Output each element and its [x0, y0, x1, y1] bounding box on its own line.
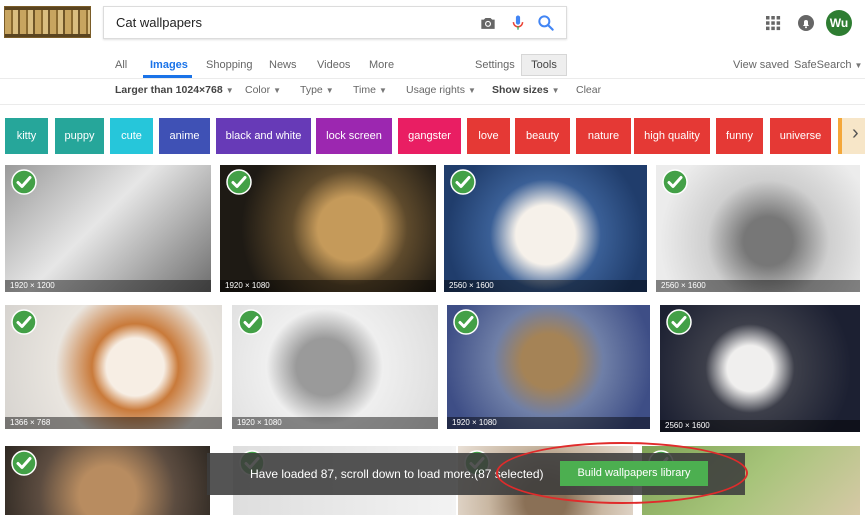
- size-filter[interactable]: Larger than 1024×768 ▼: [115, 84, 234, 96]
- selected-check-icon[interactable]: [11, 169, 37, 195]
- resolution-label: 2560 × 1600: [449, 281, 494, 290]
- color-filter[interactable]: Color ▼: [245, 84, 281, 96]
- chip-nature[interactable]: nature: [576, 118, 631, 154]
- chip-high-quality[interactable]: high quality: [634, 118, 710, 154]
- resolution-label: 2560 × 1600: [661, 281, 706, 290]
- chip-cute[interactable]: cute: [110, 118, 153, 154]
- resolution-label: 1920 × 1200: [10, 281, 55, 290]
- chip-universe[interactable]: universe: [770, 118, 831, 154]
- related-chips: kitty puppy cute anime black and white lock s…: [0, 118, 865, 154]
- search-input[interactable]: Cat wallpapers: [116, 15, 202, 30]
- chip-lock-screen[interactable]: lock screen: [316, 118, 392, 154]
- chip-gangster[interactable]: gangster: [398, 118, 461, 154]
- time-filter-label: Time: [353, 84, 376, 96]
- chevron-down-icon: ▼: [325, 86, 334, 95]
- safesearch-label: SafeSearch: [794, 59, 852, 71]
- notifications-icon[interactable]: [795, 12, 817, 34]
- image-result[interactable]: 1366 × 768: [5, 305, 222, 429]
- chip-black-and-white[interactable]: black and white: [216, 118, 311, 154]
- mic-icon[interactable]: [508, 13, 528, 33]
- safesearch-menu[interactable]: SafeSearch ▼: [794, 59, 862, 71]
- time-filter[interactable]: Time ▼: [353, 84, 387, 96]
- image-result[interactable]: 1920 × 1200: [5, 165, 211, 292]
- view-saved-link[interactable]: View saved: [733, 59, 789, 71]
- avatar[interactable]: Wu: [826, 10, 852, 36]
- resolution-label: 1920 × 1080: [225, 281, 270, 290]
- chevron-down-icon: ▼: [225, 86, 234, 95]
- chip-love[interactable]: love: [467, 118, 510, 154]
- selected-check-icon[interactable]: [11, 309, 37, 335]
- chip-funny[interactable]: funny: [716, 118, 763, 154]
- search-box[interactable]: Cat wallpapers: [103, 6, 567, 39]
- tab-images[interactable]: Images: [150, 59, 188, 71]
- selected-check-icon[interactable]: [662, 169, 688, 195]
- chevron-down-icon: ▼: [273, 86, 282, 95]
- tools-button[interactable]: Tools: [521, 54, 567, 76]
- settings-link[interactable]: Settings: [475, 59, 515, 71]
- image-result[interactable]: 1920 × 1080: [447, 305, 650, 429]
- color-filter-label: Color: [245, 84, 271, 96]
- chip-beauty[interactable]: beauty: [515, 118, 570, 154]
- image-result[interactable]: 1920 × 1080: [232, 305, 438, 429]
- type-filter-label: Type: [300, 84, 323, 96]
- filter-bar: Larger than 1024×768 ▼ Color ▼ Type ▼ Time ▼…: [0, 84, 865, 102]
- resolution-label: 1920 × 1080: [237, 418, 282, 427]
- chevron-down-icon: ▼: [378, 86, 387, 95]
- chip-kitty[interactable]: kitty: [5, 118, 48, 154]
- resolution-label: 1920 × 1080: [452, 418, 497, 427]
- type-filter[interactable]: Type ▼: [300, 84, 334, 96]
- divider: [0, 78, 865, 79]
- size-filter-label: Larger than 1024×768: [115, 84, 223, 96]
- usage-rights-label: Usage rights: [406, 84, 465, 96]
- apps-icon[interactable]: [762, 12, 784, 34]
- logo[interactable]: [4, 6, 91, 38]
- chevron-down-icon: ▼: [467, 86, 476, 95]
- tab-more[interactable]: More: [369, 59, 394, 71]
- image-result[interactable]: 2560 × 1600: [656, 165, 860, 292]
- tab-shopping[interactable]: Shopping: [206, 59, 253, 71]
- divider: [0, 104, 865, 105]
- chevron-down-icon: ▼: [854, 61, 863, 70]
- image-result[interactable]: 2560 × 1600: [444, 165, 647, 292]
- highlight-annotation: [496, 442, 748, 504]
- camera-icon[interactable]: [478, 13, 498, 33]
- show-sizes-filter[interactable]: Show sizes ▼: [492, 84, 560, 96]
- show-sizes-label: Show sizes: [492, 84, 549, 96]
- tab-news[interactable]: News: [269, 59, 297, 71]
- selected-check-icon[interactable]: [11, 450, 37, 476]
- header: Cat wallpapers Wu: [0, 0, 865, 50]
- chevron-down-icon: ▼: [551, 86, 560, 95]
- selected-check-icon[interactable]: [450, 169, 476, 195]
- selected-check-icon[interactable]: [453, 309, 479, 335]
- image-result[interactable]: [5, 446, 210, 515]
- resolution-label: 2560 × 1600: [665, 421, 710, 430]
- clear-filters-link[interactable]: Clear: [576, 84, 601, 96]
- selected-check-icon[interactable]: [226, 169, 252, 195]
- tab-videos[interactable]: Videos: [317, 59, 350, 71]
- chevron-right-icon: ›: [852, 122, 859, 144]
- resolution-label: 1366 × 768: [10, 418, 51, 427]
- chip-anime[interactable]: anime: [159, 118, 210, 154]
- image-result[interactable]: 1920 × 1080: [220, 165, 436, 292]
- chip-puppy[interactable]: puppy: [55, 118, 104, 154]
- selected-check-icon[interactable]: [238, 309, 264, 335]
- image-result[interactable]: 2560 × 1600: [660, 305, 860, 432]
- selected-check-icon[interactable]: [666, 309, 692, 335]
- tab-all[interactable]: All: [115, 59, 127, 71]
- usage-rights-filter[interactable]: Usage rights ▼: [406, 84, 476, 96]
- search-tabs: All Images Shopping News Videos More Set…: [0, 54, 865, 78]
- search-icon[interactable]: [536, 13, 556, 33]
- chips-next-button[interactable]: ›: [838, 118, 865, 154]
